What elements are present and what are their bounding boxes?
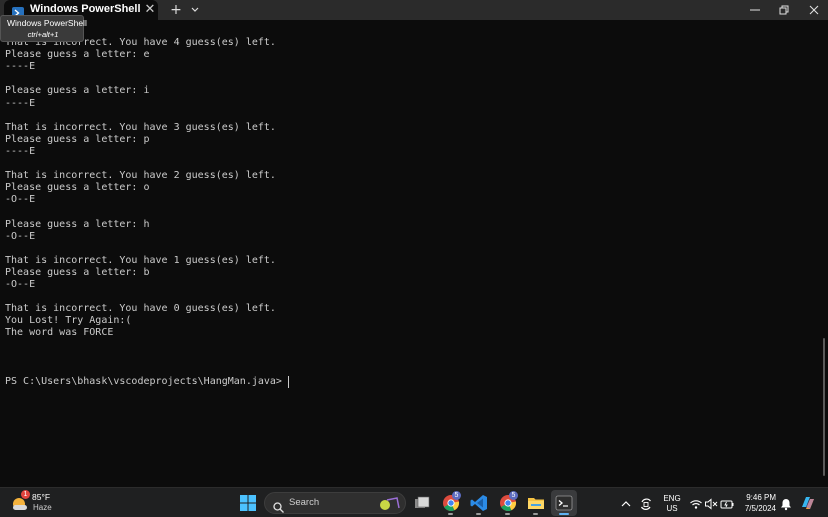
terminal-line: You Lost! Try Again:(: [5, 315, 132, 327]
file-explorer-icon[interactable]: [526, 493, 546, 513]
terminal-line: Please guess a letter: o: [5, 182, 150, 194]
tab-tooltip: Windows PowerShell ctrl+alt+1: [0, 15, 87, 42]
terminal-line: ----E: [5, 97, 36, 109]
notification-bell-icon[interactable]: [779, 496, 793, 511]
terminal-line: Please guess a letter: b: [5, 266, 150, 278]
tooltip-title: Windows PowerShell: [7, 18, 87, 28]
command-prompt: PS C:\Users\bhask\vscodeprojects\HangMan…: [5, 375, 288, 387]
weather-condition[interactable]: Haze: [33, 503, 52, 512]
terminal-active-indicator: [559, 513, 569, 515]
chrome-running-indicator: [448, 513, 453, 515]
terminal-line: That is incorrect. You have 2 guess(es) …: [5, 170, 276, 182]
text-cursor: [288, 376, 289, 388]
title-bar: Windows PowerShell ✕ +: [0, 0, 828, 20]
terminal-line: The word was FORCE: [5, 327, 114, 339]
search-highlight-icon: [377, 496, 401, 516]
clock-time[interactable]: 9:46 PM: [746, 493, 776, 502]
terminal-line: ----E: [5, 145, 36, 157]
terminal-line: That is incorrect. You have 3 guess(es) …: [5, 121, 276, 133]
language-region[interactable]: US: [663, 504, 681, 513]
terminal-line: -O--E: [5, 279, 36, 290]
tooltip-shortcut: ctrl+alt+1: [27, 30, 59, 39]
terminal-output[interactable]: That is incorrect. You have 4 guess(es) …: [0, 20, 828, 487]
file-explorer-running-indicator: [533, 513, 538, 515]
weather-alert-badge: 1: [21, 490, 30, 499]
clock-date[interactable]: 7/5/2024: [745, 504, 776, 513]
terminal-line: That is incorrect. You have 0 guess(es) …: [5, 303, 276, 315]
windows-start-icon[interactable]: [238, 493, 258, 513]
chevron-up-icon[interactable]: [619, 496, 633, 510]
battery-icon[interactable]: [720, 496, 734, 510]
wifi-icon[interactable]: [689, 496, 703, 510]
vscode-running-indicator: [476, 513, 481, 515]
close-tab-icon[interactable]: ✕: [142, 2, 158, 18]
close-icon[interactable]: [799, 0, 828, 20]
terminal-icon[interactable]: [554, 493, 574, 513]
terminal-line: Please guess a letter: e: [5, 49, 150, 61]
restore-icon[interactable]: [769, 0, 799, 20]
language-indicator[interactable]: ENG: [663, 494, 681, 503]
tab-title: Windows PowerShell: [30, 3, 141, 15]
terminal-line: -O--E: [5, 194, 36, 206]
new-tab-button[interactable]: +: [166, 0, 186, 20]
volume-muted-icon[interactable]: [704, 496, 718, 510]
task-view-icon[interactable]: [412, 493, 432, 513]
search-icon: [273, 498, 284, 517]
vscode-icon[interactable]: [469, 493, 489, 513]
terminal-line: -O--E: [5, 230, 36, 242]
taskbar-search[interactable]: Search: [264, 492, 406, 514]
terminal-line: ----E: [5, 61, 36, 73]
terminal-line: Please guess a letter: i: [5, 85, 150, 97]
search-label: Search: [289, 497, 320, 508]
onedrive-sync-icon[interactable]: [639, 496, 653, 510]
taskbar: 1 85°F Haze Search 5 5 ENG US 9:46 PM 7/…: [0, 487, 828, 517]
weather-temperature[interactable]: 85°F: [32, 492, 50, 502]
chrome-profile-badge: 5: [452, 491, 461, 500]
scrollbar[interactable]: [823, 338, 825, 476]
chrome-profile-running-indicator: [505, 513, 510, 515]
terminal-line: Please guess a letter: h: [5, 218, 150, 230]
chevron-down-icon[interactable]: [186, 0, 204, 20]
terminal-line: That is incorrect. You have 1 guess(es) …: [5, 254, 276, 266]
copilot-icon[interactable]: [800, 495, 816, 511]
minimize-icon[interactable]: [740, 0, 770, 20]
chrome-profile-badge-2: 5: [509, 491, 518, 500]
terminal-line: Please guess a letter: p: [5, 133, 150, 145]
